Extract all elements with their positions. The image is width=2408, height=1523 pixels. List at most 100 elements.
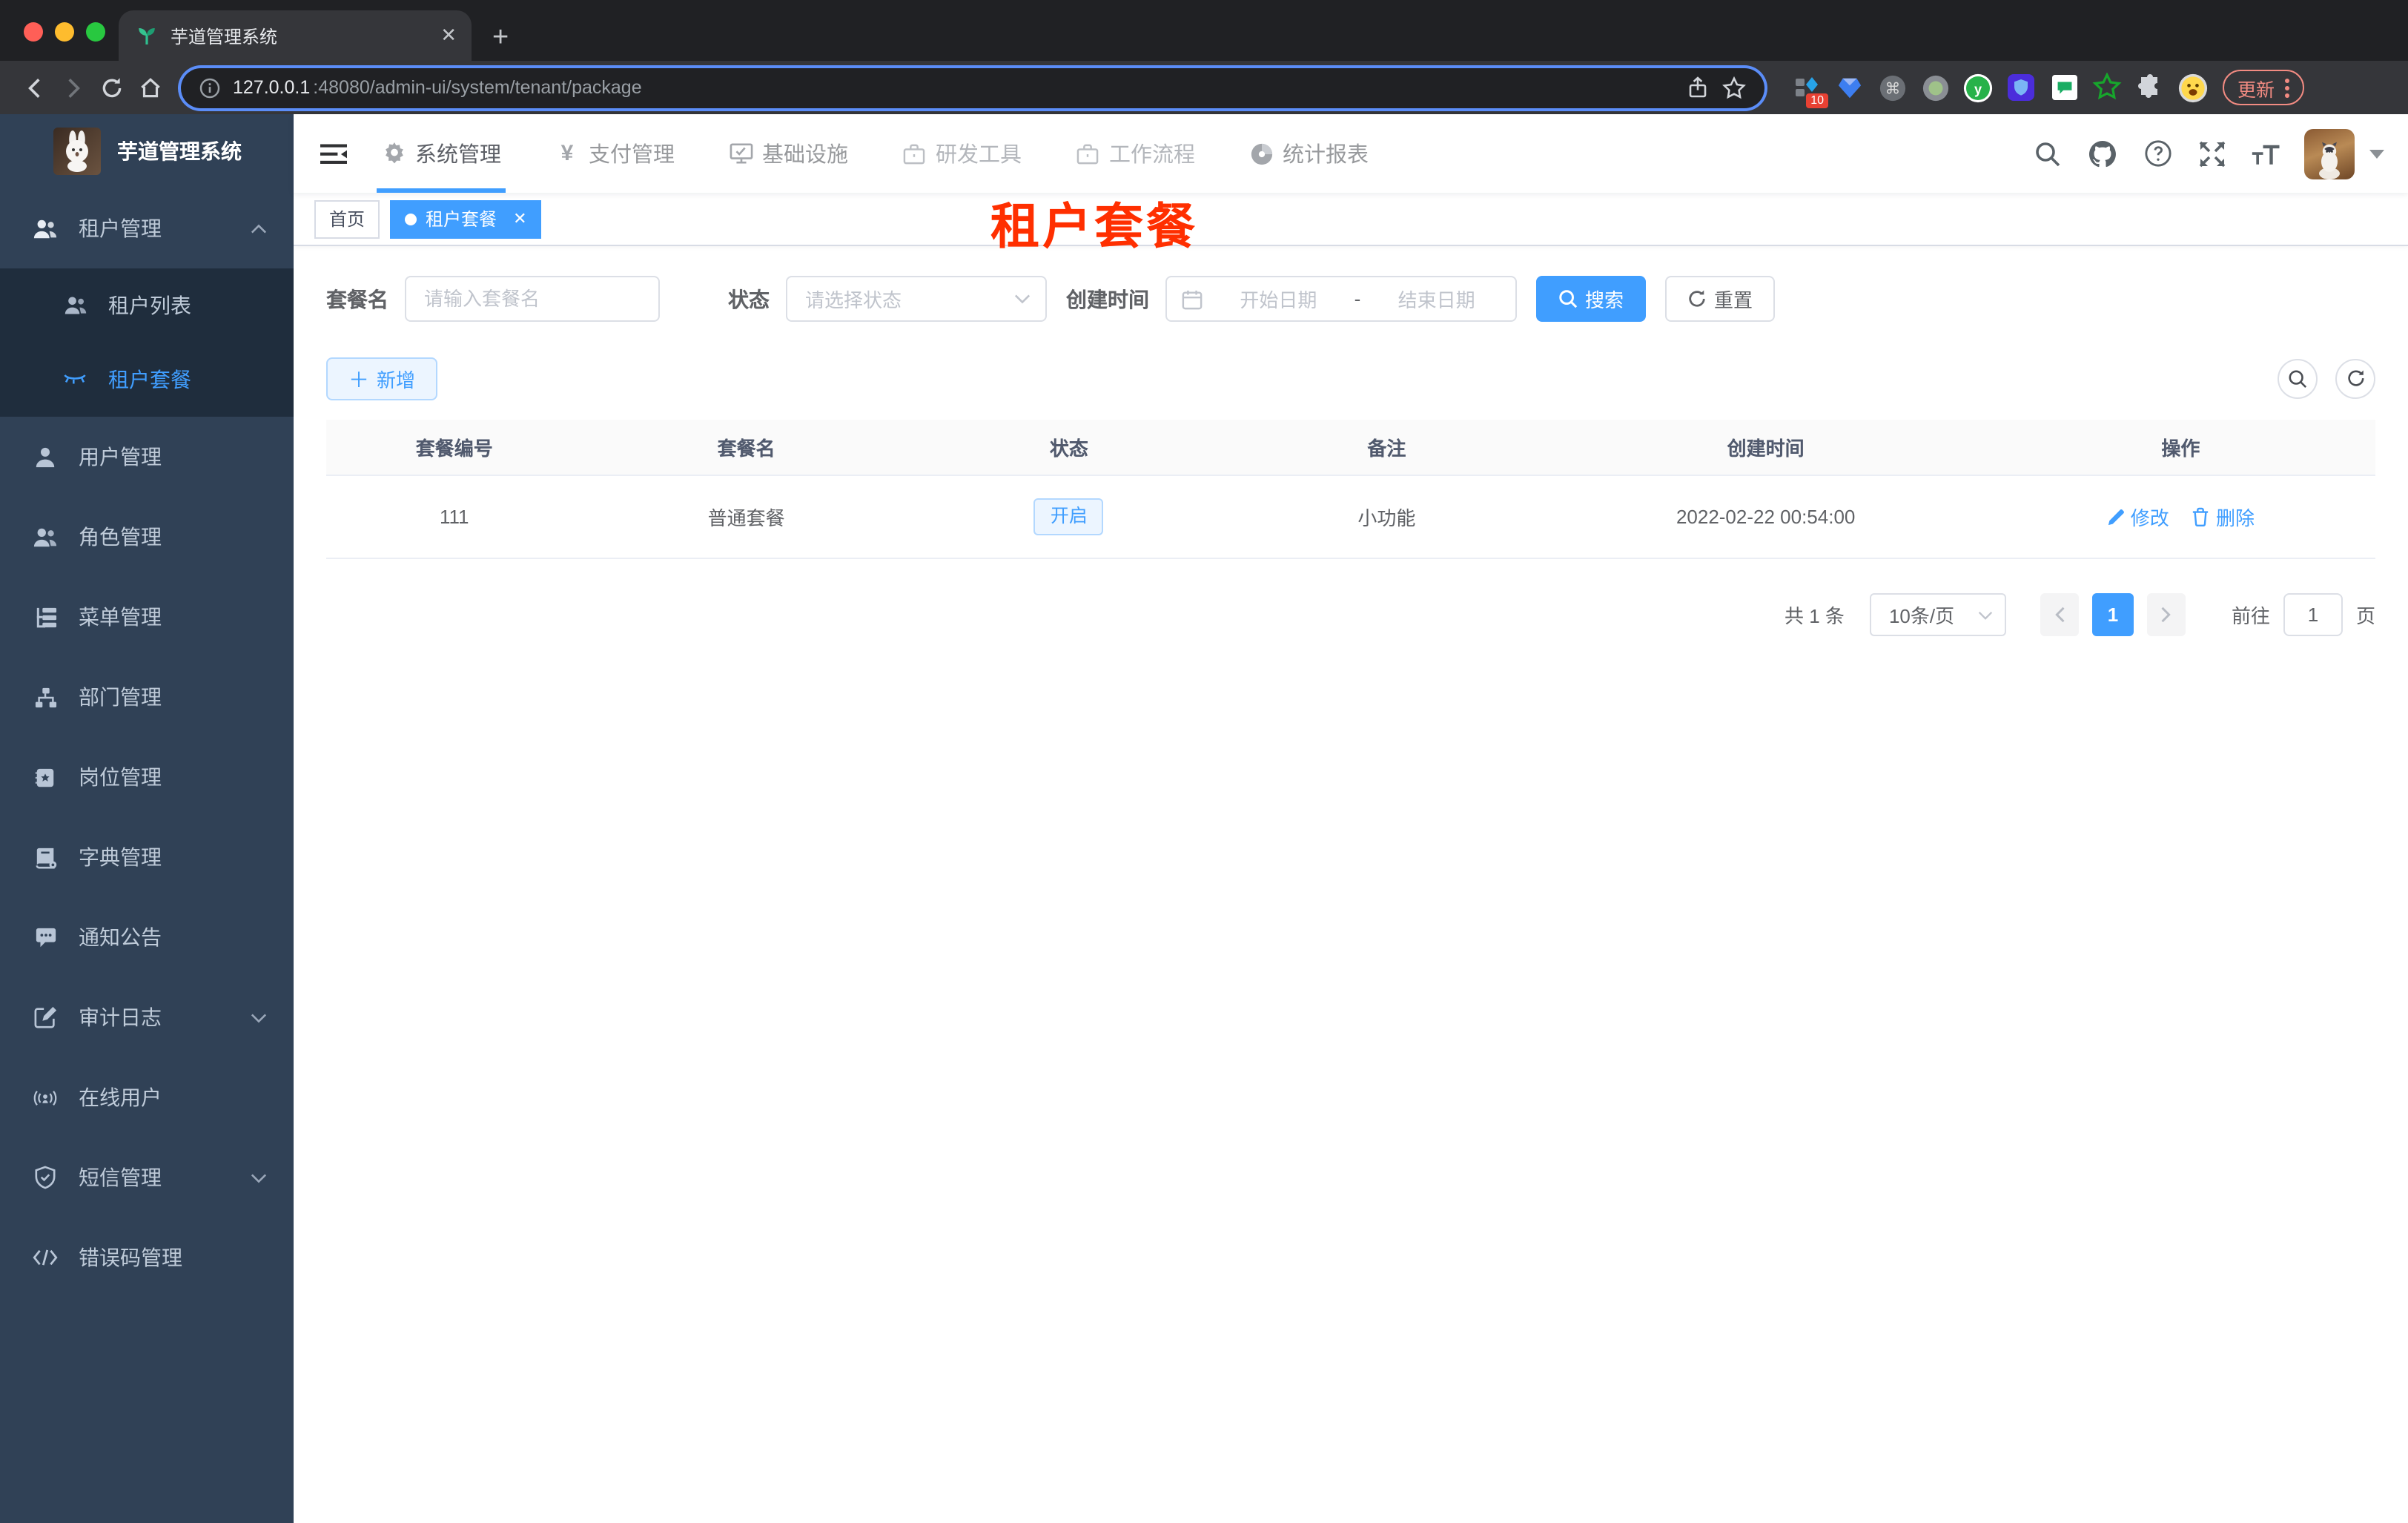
- extension-dot-icon[interactable]: [1920, 73, 1950, 102]
- add-button[interactable]: ＋ 新增: [326, 357, 438, 400]
- search-button[interactable]: 搜索: [1536, 276, 1647, 322]
- user-avatar[interactable]: [2304, 128, 2355, 179]
- sidebar-item-error-code-management[interactable]: 错误码管理: [0, 1218, 294, 1298]
- font-size-icon[interactable]: [2249, 136, 2285, 171]
- tag-tenant-package[interactable]: 租户套餐 ✕: [390, 199, 542, 238]
- tag-label: 首页: [329, 209, 366, 230]
- sidebar-item-dict-management[interactable]: 字典管理: [0, 817, 294, 897]
- profile-emoji-icon[interactable]: [2178, 73, 2208, 102]
- extension-y-icon[interactable]: y: [1963, 73, 1993, 102]
- plus-icon: ＋: [348, 367, 369, 391]
- new-tab-button[interactable]: +: [492, 24, 509, 52]
- monitor-icon: [728, 141, 753, 166]
- package-name-input[interactable]: [405, 276, 660, 322]
- chevron-right-icon: [2161, 607, 2171, 623]
- browser-menu-kebab-icon[interactable]: [2285, 78, 2290, 97]
- tag-label: 租户套餐: [426, 209, 497, 230]
- sidebar-item-audit-log[interactable]: 审计日志: [0, 977, 294, 1057]
- extension-command-icon[interactable]: ⌘: [1877, 73, 1907, 102]
- chat-bubble-icon: [33, 925, 58, 950]
- minimize-window-button[interactable]: [55, 22, 74, 42]
- package-name-label: 套餐名: [326, 287, 388, 311]
- sidebar-item-role-management[interactable]: 角色管理: [0, 497, 294, 577]
- show-search-toggle-button[interactable]: [2278, 359, 2318, 399]
- next-page-button[interactable]: [2146, 593, 2186, 636]
- chevron-down-icon: [251, 1172, 267, 1183]
- sidebar-item-notice-announcement[interactable]: 通知公告: [0, 897, 294, 977]
- sidebar-item-menu-management[interactable]: 菜单管理: [0, 577, 294, 657]
- prev-page-button[interactable]: [2040, 593, 2079, 636]
- browser-update-button[interactable]: 更新: [2223, 70, 2305, 105]
- help-icon[interactable]: [2140, 136, 2175, 171]
- gear-icon: [381, 141, 406, 166]
- topnav-payment-management[interactable]: ¥ 支付管理: [550, 114, 679, 193]
- fullscreen-icon[interactable]: [2194, 136, 2230, 171]
- dashboard-icon: [1248, 141, 1274, 166]
- sidebar-item-tenant-management[interactable]: 租户管理: [0, 188, 294, 268]
- tree-list-icon: [33, 604, 58, 630]
- sidebar-item-department-management[interactable]: 部门管理: [0, 657, 294, 737]
- extension-star-icon[interactable]: [2092, 73, 2122, 102]
- extension-chat-icon[interactable]: [2049, 73, 2079, 102]
- zoom-window-button[interactable]: [86, 22, 105, 42]
- sidebar-item-label: 用户管理: [79, 445, 162, 469]
- share-icon[interactable]: [1686, 76, 1710, 99]
- sidebar-item-tenant-list[interactable]: 租户列表: [0, 268, 294, 343]
- sidebar-item-label: 通知公告: [79, 925, 162, 949]
- edit-link[interactable]: 修改: [2107, 503, 2169, 532]
- forward-icon[interactable]: [53, 68, 92, 107]
- col-package-name: 套餐名: [717, 437, 775, 460]
- app-logo[interactable]: 芋道管理系统: [0, 114, 294, 188]
- extension-shield-icon[interactable]: [2006, 73, 2036, 102]
- sidebar-item-label: 租户管理: [79, 217, 162, 240]
- search-icon: [2289, 370, 2307, 389]
- sidebar-item-post-management[interactable]: 岗位管理: [0, 737, 294, 817]
- close-window-button[interactable]: [24, 22, 43, 42]
- site-info-icon[interactable]: [199, 76, 221, 99]
- topnav-workflow[interactable]: 工作流程: [1071, 114, 1200, 193]
- sidebar-item-sms-management[interactable]: 短信管理: [0, 1137, 294, 1218]
- topnav-dev-tools[interactable]: 研发工具: [897, 114, 1026, 193]
- goto-page-input[interactable]: [2283, 593, 2343, 636]
- home-icon[interactable]: [130, 68, 169, 107]
- code-icon: [33, 1245, 58, 1270]
- sidebar-item-online-users[interactable]: 在线用户: [0, 1057, 294, 1137]
- sidebar-fold-icon[interactable]: [311, 131, 356, 176]
- search-icon[interactable]: [2030, 136, 2065, 171]
- topnav-label: 工作流程: [1109, 144, 1195, 168]
- topnav-infrastructure[interactable]: 基础设施: [724, 114, 853, 193]
- back-icon[interactable]: [15, 68, 53, 107]
- start-date-input[interactable]: 开始日期: [1214, 285, 1343, 313]
- delete-link[interactable]: 删除: [2192, 503, 2255, 531]
- yen-icon: ¥: [560, 141, 574, 166]
- users-icon: [33, 524, 58, 549]
- extension-tabs-icon[interactable]: 10: [1791, 73, 1828, 108]
- bookmark-star-icon[interactable]: [1721, 75, 1747, 100]
- status-select[interactable]: 请选择状态: [786, 276, 1047, 322]
- reset-button[interactable]: 重置: [1665, 276, 1776, 322]
- extensions-puzzle-icon[interactable]: [2135, 73, 2165, 102]
- browser-tab[interactable]: 芋道管理系统 ✕: [119, 10, 472, 61]
- delete-label: 删除: [2215, 506, 2255, 529]
- end-date-input[interactable]: 结束日期: [1372, 285, 1501, 313]
- page-number-current[interactable]: 1: [2091, 593, 2134, 636]
- calendar-icon: [1182, 289, 1203, 309]
- page-size-select[interactable]: 10条/页: [1869, 593, 2006, 636]
- refresh-table-button[interactable]: [2335, 359, 2375, 399]
- pagination-total: 共 1 条: [1784, 605, 1845, 627]
- tag-home[interactable]: 首页: [314, 199, 380, 238]
- search-icon: [1559, 290, 1578, 308]
- reload-icon[interactable]: [92, 68, 130, 107]
- svg-text:y: y: [1974, 81, 1982, 96]
- url-bar[interactable]: 127.0.0.1:48080/admin-ui/system/tenant/p…: [181, 67, 1764, 108]
- extension-gem-icon[interactable]: [1834, 73, 1864, 102]
- sidebar-item-tenant-package[interactable]: 租户套餐: [0, 343, 294, 417]
- topnav-statistics-report[interactable]: 统计报表: [1244, 114, 1373, 193]
- date-range-picker[interactable]: 开始日期 - 结束日期: [1165, 276, 1517, 322]
- tag-close-icon[interactable]: ✕: [513, 209, 526, 228]
- sidebar-item-user-management[interactable]: 用户管理: [0, 417, 294, 497]
- tab-close-icon[interactable]: ✕: [440, 24, 457, 47]
- avatar-caret-down-icon[interactable]: [2369, 149, 2384, 158]
- github-icon[interactable]: [2085, 136, 2120, 171]
- topnav-system-management[interactable]: 系统管理: [377, 114, 506, 193]
